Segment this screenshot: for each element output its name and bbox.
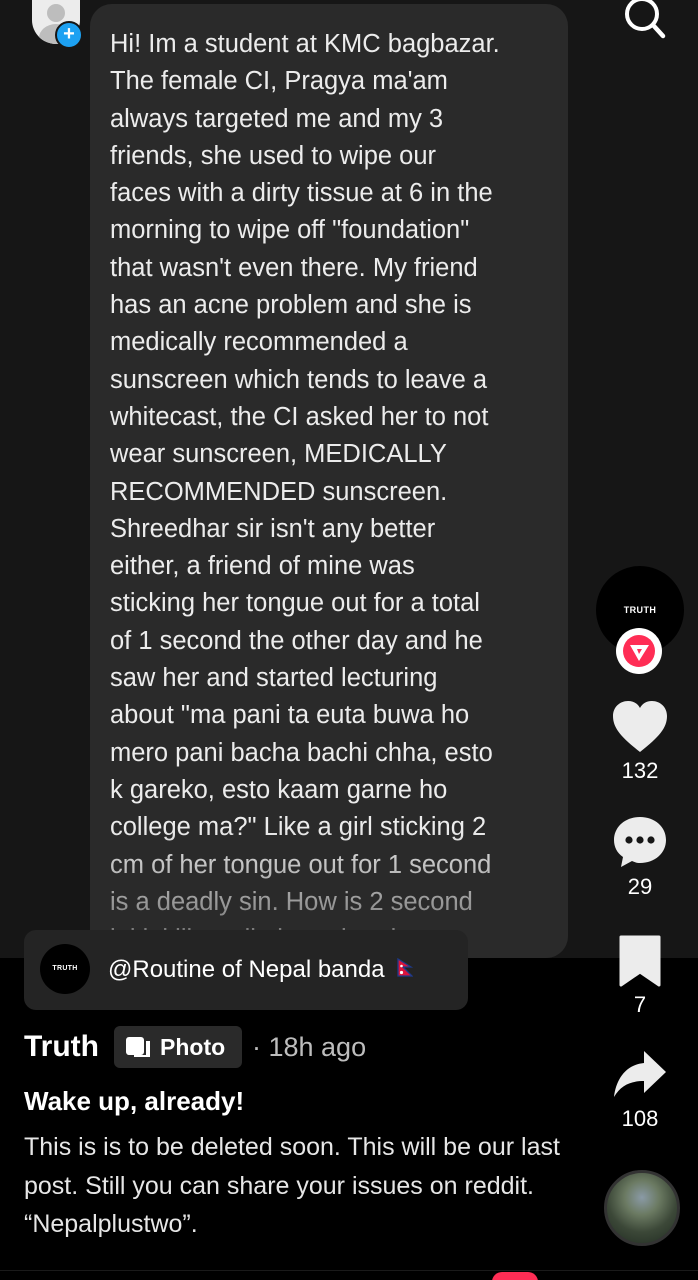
- photo-chip-label: Photo: [160, 1034, 226, 1060]
- author-name[interactable]: Truth: [24, 1030, 99, 1064]
- save-button[interactable]: 7: [602, 934, 678, 1018]
- mention-chip[interactable]: TRUTH @Routine of Nepal banda: [24, 930, 468, 1010]
- mention-text: @Routine of Nepal banda: [108, 956, 385, 983]
- share-count: 108: [621, 1106, 659, 1131]
- bookmark-icon: [619, 935, 661, 987]
- heart-icon: [613, 701, 667, 752]
- bottom-nav-accent: [492, 1272, 538, 1280]
- confession-card: Hi! Im a student at KMC bagbazar. The fe…: [90, 4, 568, 958]
- comment-count: 29: [627, 874, 653, 899]
- caption-body[interactable]: This is is to be deleted soon. This will…: [24, 1128, 584, 1244]
- follow-arrow-icon[interactable]: [616, 628, 662, 674]
- comment-button[interactable]: 29: [602, 814, 678, 900]
- tiktok-photo-post: Hi! Im a student at KMC bagbazar. The fe…: [0, 0, 698, 1280]
- caption-title: Wake up, already!: [24, 1086, 245, 1116]
- save-count: 7: [633, 992, 647, 1017]
- divider: [0, 1270, 698, 1271]
- search-icon[interactable]: [620, 0, 668, 44]
- confession-text: Hi! Im a student at KMC bagbazar. The fe…: [110, 30, 500, 953]
- mention-avatar: TRUTH: [40, 944, 90, 994]
- nepal-flag-icon: [397, 957, 414, 985]
- like-count: 132: [621, 758, 659, 783]
- like-button[interactable]: 132: [602, 700, 678, 784]
- photo-icon: [124, 1035, 152, 1064]
- share-button[interactable]: 108: [602, 1048, 678, 1132]
- photo-type-chip: Photo: [114, 1026, 242, 1068]
- plus-icon[interactable]: +: [55, 21, 83, 49]
- photo-slide[interactable]: Hi! Im a student at KMC bagbazar. The fe…: [0, 0, 698, 958]
- comment-icon: [614, 817, 666, 867]
- music-disc-icon[interactable]: [604, 1170, 680, 1246]
- share-icon: [614, 1051, 666, 1097]
- post-time: · 18h ago: [252, 1032, 367, 1062]
